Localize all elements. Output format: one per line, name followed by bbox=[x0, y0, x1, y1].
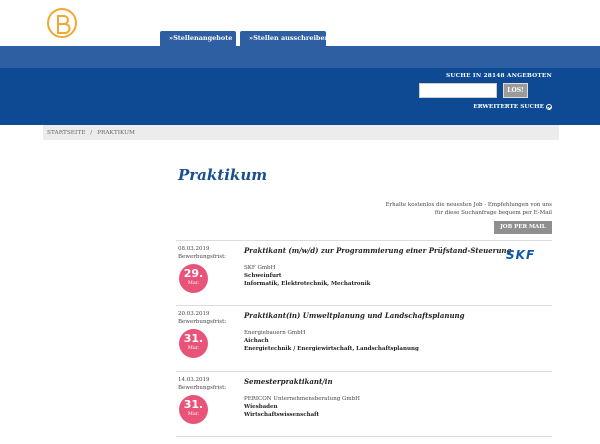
main-tabs: »Stellenangebote »Stellen ausschreiben bbox=[160, 31, 329, 46]
job-date: 14.03.2019 bbox=[178, 377, 210, 383]
deadline-day: 31. bbox=[183, 332, 204, 345]
deadline-badge: 29. Mar. bbox=[179, 264, 208, 293]
deadline-month: Mar. bbox=[187, 345, 200, 351]
deadline-badge: 31. Mar. bbox=[179, 329, 208, 358]
job-date: 08.03.2019 bbox=[178, 246, 210, 252]
deadline-badge: 31. Mar. bbox=[179, 395, 208, 424]
breadcrumb-current: PRAKTIKUM bbox=[97, 130, 135, 136]
search-label: SUCHE IN 28148 ANGEBOTEN bbox=[445, 73, 552, 79]
deadline-label: Bewerbungsfrist: bbox=[178, 319, 227, 325]
header-band-top bbox=[0, 46, 600, 68]
job-city: Wiesbaden bbox=[244, 404, 278, 410]
job-title-link[interactable]: Praktikant(in) Umweltplanung und Landsch… bbox=[244, 311, 465, 320]
tab-stellen-ausschreiben[interactable]: »Stellen ausschreiben bbox=[240, 31, 329, 46]
divider bbox=[176, 305, 552, 306]
divider bbox=[176, 436, 552, 437]
job-per-mail-button[interactable]: JOB PER MAIL bbox=[494, 221, 552, 234]
job-alert-text: Erhalte kostenlos die neuesten Job - Emp… bbox=[385, 202, 552, 216]
job-category: Informatik, Elektrotechnik, Mechatronik bbox=[244, 281, 371, 287]
job-category: Energietechnik / Energiewirtschaft, Land… bbox=[244, 346, 419, 352]
job-title-link[interactable]: Praktikant (m/w/d) zur Programmierung ei… bbox=[244, 246, 511, 255]
breadcrumb: STARTSEITE / PRAKTIKUM bbox=[43, 125, 559, 140]
company-logo[interactable]: SKF bbox=[506, 248, 535, 262]
logo-b-icon[interactable] bbox=[47, 8, 77, 38]
search-band: SUCHE IN 28148 ANGEBOTEN LOS! ERWEITERTE… bbox=[0, 68, 600, 125]
advanced-search-link[interactable]: ERWEITERTE SUCHE bbox=[473, 104, 552, 110]
breadcrumb-home[interactable]: STARTSEITE bbox=[47, 130, 85, 136]
job-city: Aichach bbox=[244, 338, 269, 344]
advanced-search-label: ERWEITERTE SUCHE bbox=[473, 104, 544, 110]
search-button[interactable]: LOS! bbox=[503, 83, 528, 98]
chevron-circle-icon bbox=[546, 104, 552, 110]
tab-stellenangebote[interactable]: »Stellenangebote bbox=[160, 31, 236, 46]
deadline-month: Mar. bbox=[187, 411, 200, 417]
job-company: PERICON Unternehmensberatung GmbH bbox=[244, 396, 360, 402]
deadline-day: 29. bbox=[183, 267, 204, 280]
job-date: 20.03.2019 bbox=[178, 311, 210, 317]
top-header: »Stellenangebote »Stellen ausschreiben bbox=[0, 0, 600, 46]
page-title: Praktikum bbox=[178, 166, 268, 184]
divider bbox=[176, 240, 552, 241]
job-category: Wirtschaftswissenschaft bbox=[244, 412, 320, 418]
deadline-label: Bewerbungsfrist: bbox=[178, 254, 227, 260]
breadcrumb-separator: / bbox=[90, 130, 93, 136]
job-company: Energiebauern GmbH bbox=[244, 330, 306, 336]
job-city: Schweinfurt bbox=[244, 273, 282, 279]
deadline-label: Bewerbungsfrist: bbox=[178, 385, 227, 391]
deadline-day: 31. bbox=[183, 398, 204, 411]
divider bbox=[176, 371, 552, 372]
job-title-link[interactable]: Semesterpraktikant/in bbox=[244, 377, 333, 386]
job-company: SKF GmbH bbox=[244, 265, 276, 271]
search-input[interactable] bbox=[419, 83, 497, 98]
deadline-month: Mar. bbox=[187, 280, 200, 286]
